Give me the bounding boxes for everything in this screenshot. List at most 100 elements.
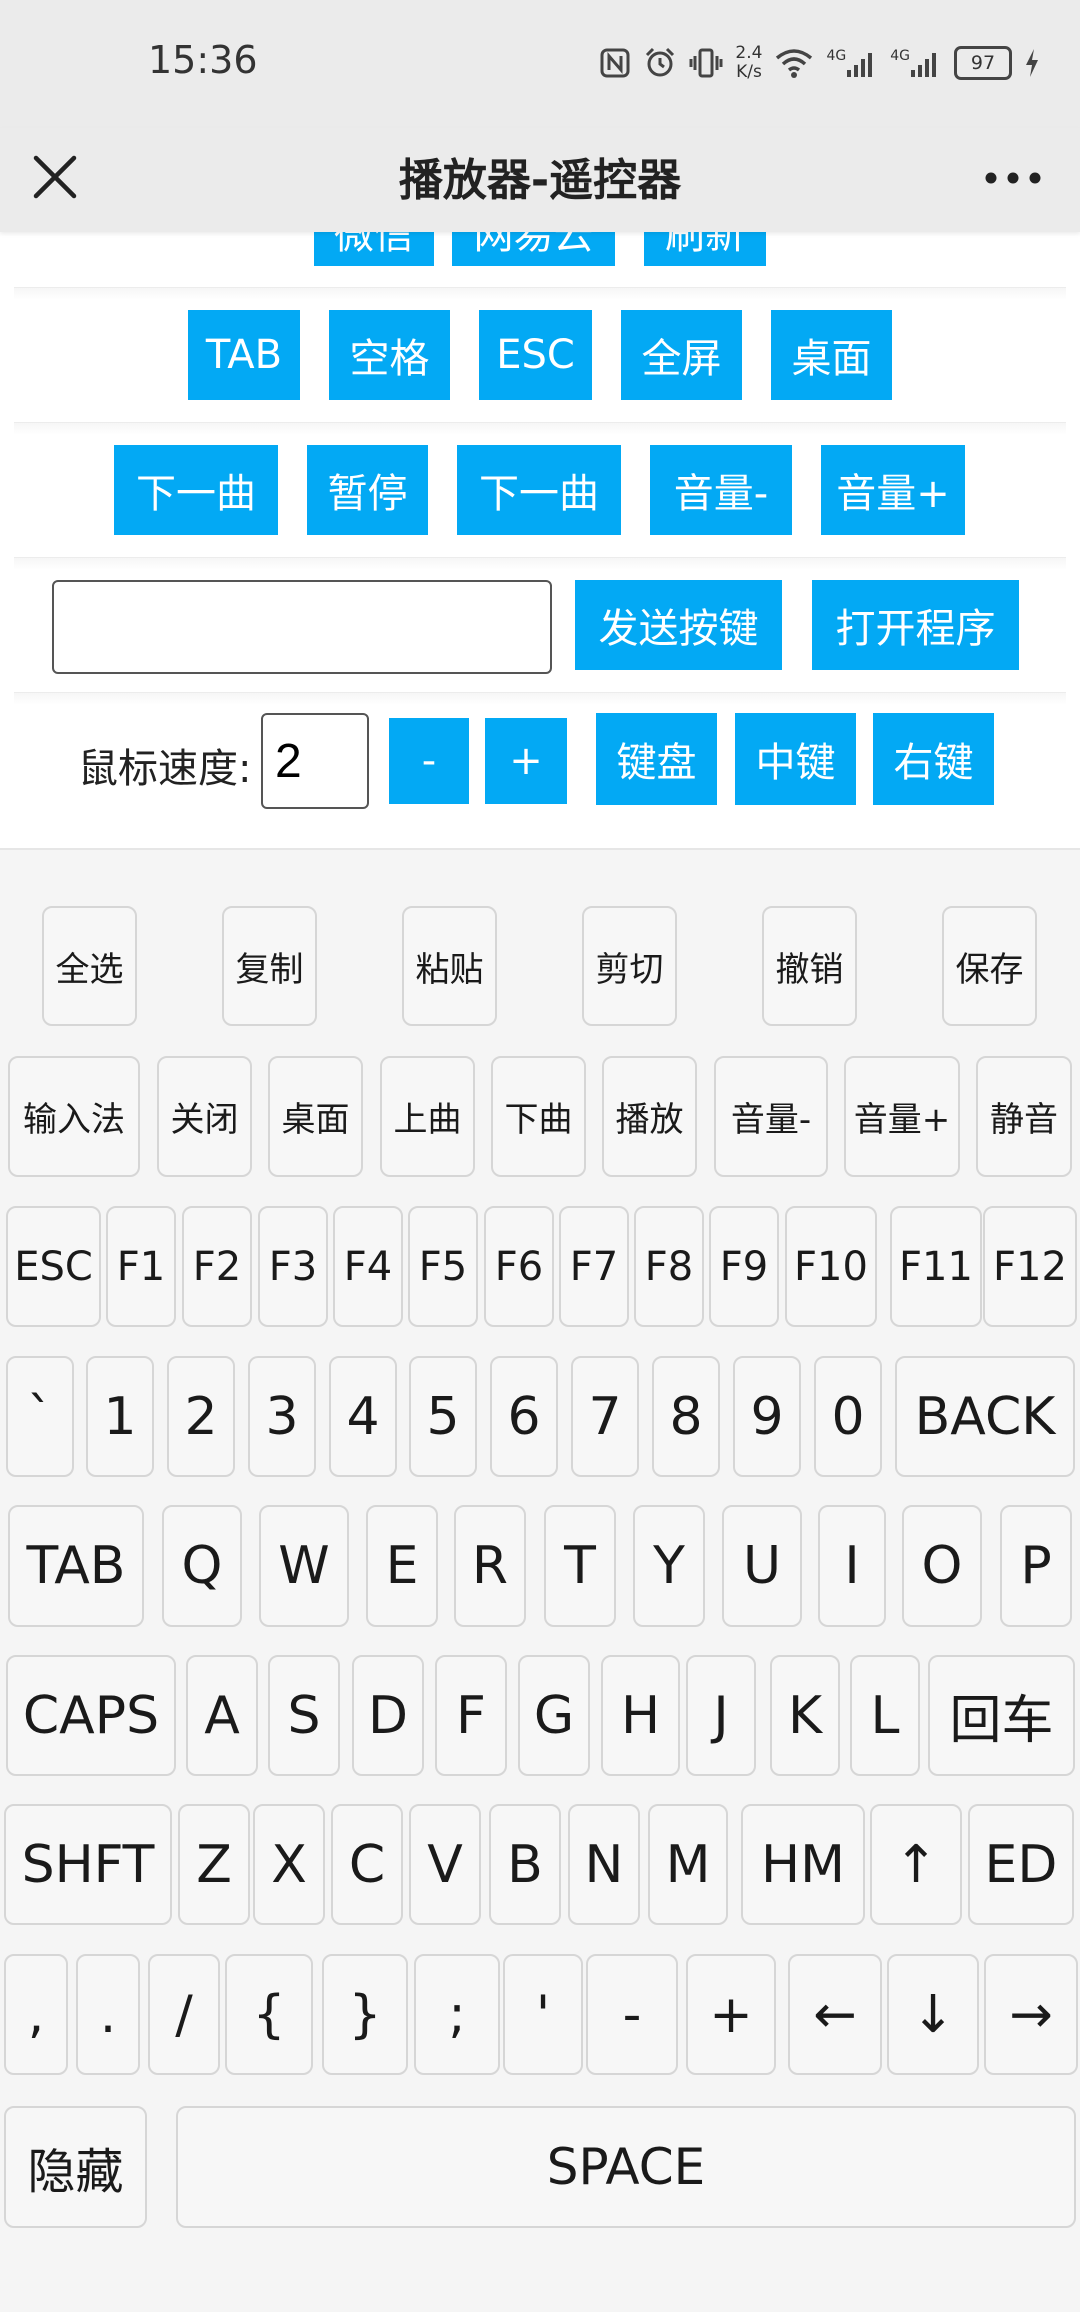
- key-zxcv-3[interactable]: C: [331, 1804, 403, 1925]
- key-symbols-7[interactable]: -: [586, 1954, 678, 2075]
- key-asdf-10[interactable]: 回车: [928, 1655, 1075, 1776]
- speed-decrease-button[interactable]: -: [389, 718, 469, 804]
- key-qwerty-2[interactable]: W: [259, 1505, 349, 1627]
- key-zxcv-9[interactable]: ↑: [870, 1804, 962, 1925]
- key-numbers-8[interactable]: 8: [652, 1356, 720, 1477]
- play-key[interactable]: 播放: [602, 1056, 697, 1177]
- key-asdf-7[interactable]: J: [686, 1655, 756, 1776]
- key-qwerty-10[interactable]: P: [1000, 1505, 1072, 1627]
- key-numbers-9[interactable]: 9: [733, 1356, 801, 1477]
- key-symbols-11[interactable]: →: [984, 1954, 1078, 2075]
- key-asdf-5[interactable]: G: [518, 1655, 590, 1776]
- key-symbols-3[interactable]: {: [225, 1954, 313, 2075]
- copy-key[interactable]: 复制: [222, 906, 317, 1026]
- esc-button[interactable]: ESC: [479, 310, 592, 400]
- key-zxcv-5[interactable]: B: [489, 1804, 561, 1925]
- key-zxcv-6[interactable]: N: [568, 1804, 640, 1925]
- more-icon[interactable]: [980, 158, 1046, 198]
- key-qwerty-6[interactable]: Y: [633, 1505, 705, 1627]
- space-key[interactable]: SPACE: [176, 2106, 1076, 2228]
- right-click-button[interactable]: 右键: [873, 713, 994, 805]
- key-numbers-5[interactable]: 5: [409, 1356, 477, 1477]
- middle-click-button[interactable]: 中键: [735, 713, 856, 805]
- key-asdf-1[interactable]: A: [186, 1655, 258, 1776]
- hide-key[interactable]: 隐藏: [4, 2106, 147, 2228]
- key-numbers-11[interactable]: BACK: [895, 1356, 1075, 1477]
- key-asdf-4[interactable]: F: [435, 1655, 507, 1776]
- open-program-button[interactable]: 打开程序: [812, 580, 1019, 670]
- next-track-button[interactable]: 下一曲: [114, 445, 278, 535]
- key-zxcv-10[interactable]: ED: [968, 1804, 1074, 1925]
- key-numbers-2[interactable]: 2: [167, 1356, 235, 1477]
- key-asdf-9[interactable]: L: [850, 1655, 920, 1776]
- key-fkeys-3[interactable]: F3: [258, 1206, 328, 1327]
- key-numbers-7[interactable]: 7: [571, 1356, 639, 1477]
- key-zxcv-7[interactable]: M: [648, 1804, 728, 1925]
- cut-key[interactable]: 剪切: [582, 906, 677, 1026]
- key-numbers-0[interactable]: `: [6, 1356, 74, 1477]
- key-qwerty-1[interactable]: Q: [162, 1505, 242, 1627]
- desktop-button[interactable]: 桌面: [771, 310, 892, 400]
- key-asdf-8[interactable]: K: [770, 1655, 840, 1776]
- mouse-speed-input[interactable]: [261, 713, 369, 809]
- key-symbols-10[interactable]: ↓: [887, 1954, 979, 2075]
- key-symbols-9[interactable]: ←: [788, 1954, 882, 2075]
- undo-key[interactable]: 撤销: [762, 906, 857, 1026]
- next-track-key[interactable]: 下曲: [491, 1056, 586, 1177]
- key-numbers-3[interactable]: 3: [248, 1356, 316, 1477]
- key-fkeys-9[interactable]: F9: [709, 1206, 779, 1327]
- mute-key[interactable]: 静音: [976, 1056, 1072, 1177]
- key-fkeys-4[interactable]: F4: [333, 1206, 403, 1327]
- key-zxcv-8[interactable]: HM: [741, 1804, 865, 1925]
- key-zxcv-4[interactable]: V: [409, 1804, 481, 1925]
- key-qwerty-5[interactable]: T: [544, 1505, 616, 1627]
- key-asdf-0[interactable]: CAPS: [6, 1655, 176, 1776]
- key-fkeys-1[interactable]: F1: [106, 1206, 176, 1327]
- key-qwerty-8[interactable]: I: [818, 1505, 886, 1627]
- key-fkeys-7[interactable]: F7: [559, 1206, 629, 1327]
- desktop-key[interactable]: 桌面: [268, 1056, 363, 1177]
- key-numbers-10[interactable]: 0: [814, 1356, 882, 1477]
- key-numbers-6[interactable]: 6: [490, 1356, 558, 1477]
- key-qwerty-7[interactable]: U: [722, 1505, 802, 1627]
- tab-button[interactable]: TAB: [188, 310, 300, 400]
- key-qwerty-4[interactable]: R: [454, 1505, 526, 1627]
- key-numbers-1[interactable]: 1: [86, 1356, 154, 1477]
- key-fkeys-6[interactable]: F6: [484, 1206, 554, 1327]
- key-asdf-6[interactable]: H: [601, 1655, 680, 1776]
- key-symbols-2[interactable]: /: [148, 1954, 220, 2075]
- key-numbers-4[interactable]: 4: [329, 1356, 397, 1477]
- key-symbols-8[interactable]: +: [686, 1954, 776, 2075]
- next-track-button-2[interactable]: 下一曲: [457, 445, 621, 535]
- key-asdf-2[interactable]: S: [268, 1655, 340, 1776]
- volume-down-key[interactable]: 音量-: [714, 1056, 828, 1177]
- key-fkeys-5[interactable]: F5: [408, 1206, 478, 1327]
- pause-button[interactable]: 暂停: [307, 445, 428, 535]
- key-fkeys-8[interactable]: F8: [634, 1206, 704, 1327]
- save-key[interactable]: 保存: [942, 906, 1037, 1026]
- volume-down-button[interactable]: 音量-: [650, 445, 792, 535]
- key-symbols-6[interactable]: ': [503, 1954, 583, 2075]
- key-symbols-1[interactable]: .: [76, 1954, 140, 2075]
- keyboard-button[interactable]: 键盘: [596, 713, 717, 805]
- fullscreen-button[interactable]: 全屏: [621, 310, 742, 400]
- key-symbols-5[interactable]: ;: [414, 1954, 500, 2075]
- input-method-key[interactable]: 输入法: [8, 1056, 140, 1177]
- volume-up-key[interactable]: 音量+: [844, 1056, 960, 1177]
- key-symbols-0[interactable]: ,: [4, 1954, 68, 2075]
- send-key-button[interactable]: 发送按键: [575, 580, 782, 670]
- key-qwerty-3[interactable]: E: [366, 1505, 438, 1627]
- key-qwerty-9[interactable]: O: [902, 1505, 982, 1627]
- key-fkeys-11[interactable]: F11: [890, 1206, 982, 1327]
- key-zxcv-1[interactable]: Z: [178, 1804, 250, 1925]
- close-key[interactable]: 关闭: [157, 1056, 252, 1177]
- key-fkeys-2[interactable]: F2: [182, 1206, 252, 1327]
- speed-increase-button[interactable]: +: [485, 718, 567, 804]
- key-fkeys-0[interactable]: ESC: [6, 1206, 101, 1327]
- volume-up-button[interactable]: 音量+: [821, 445, 965, 535]
- key-fkeys-12[interactable]: F12: [983, 1206, 1077, 1327]
- key-input[interactable]: [52, 580, 552, 674]
- prev-track-key[interactable]: 上曲: [380, 1056, 475, 1177]
- key-symbols-4[interactable]: }: [322, 1954, 408, 2075]
- select-all-key[interactable]: 全选: [42, 906, 137, 1026]
